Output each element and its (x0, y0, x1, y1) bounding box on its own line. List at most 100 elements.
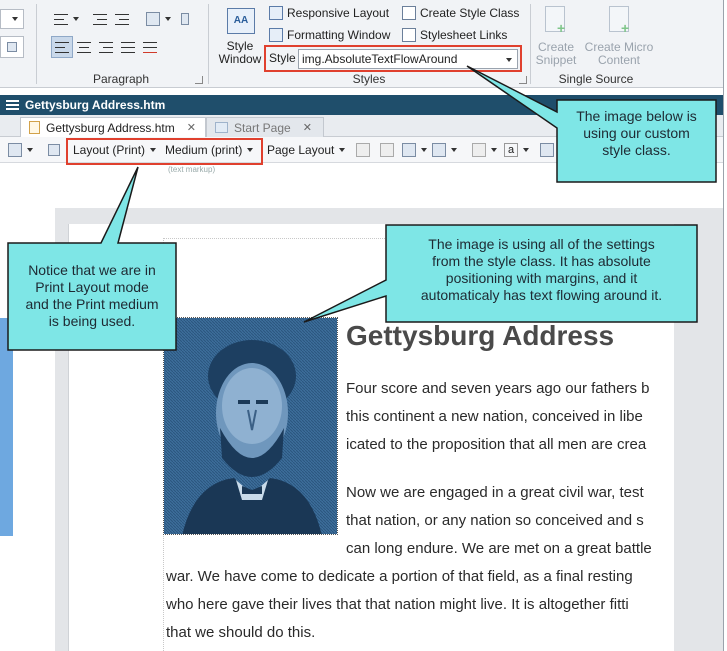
responsive-layout-label: Responsive Layout (287, 6, 390, 20)
stylesheet-links-button[interactable]: Stylesheet Links (402, 28, 507, 42)
callout-line: automaticaly has text flowing around it. (420, 287, 663, 303)
style-window-icon: AA (227, 8, 255, 34)
callout-line: positioning with margins, and it (445, 270, 638, 286)
body-line: Now we are engaged in a great civil war,… (346, 484, 644, 501)
decrease-indent-button[interactable] (89, 8, 111, 30)
info-icon (540, 143, 554, 157)
list-style-button[interactable] (0, 36, 24, 58)
callout-line: and the Print medium (25, 296, 159, 312)
callout-line: is being used. (48, 313, 136, 329)
show-tags-button[interactable] (48, 141, 60, 159)
picture-icon (432, 143, 446, 157)
dialog-launcher-icon[interactable] (519, 76, 527, 84)
document-title: Gettysburg Address.htm (25, 98, 166, 112)
page-icon (356, 143, 370, 157)
create-style-class-button[interactable]: Create Style Class (402, 6, 519, 20)
formatting-window-label: Formatting Window (287, 28, 391, 42)
page-layout-dropdown[interactable]: Page Layout (267, 141, 346, 159)
layout-highlight-box (66, 138, 263, 165)
indent-icon (115, 13, 129, 25)
toolbar-button[interactable] (472, 141, 497, 159)
clear-formatting-button[interactable] (139, 36, 161, 58)
responsive-layout-icon (269, 6, 283, 20)
chevron-down-icon (72, 17, 79, 21)
justify-icon (121, 41, 135, 53)
document-icon (29, 121, 40, 134)
clear-format-icon (143, 41, 157, 53)
paragraph-style-button[interactable] (141, 8, 175, 30)
lincoln-portrait-image[interactable] (163, 317, 338, 535)
style-highlight-box (264, 45, 522, 72)
create-micro-label-2: Content (597, 53, 641, 67)
start-page-icon (215, 122, 228, 133)
dialog-launcher-icon[interactable] (195, 76, 203, 84)
zoom-button[interactable] (8, 141, 33, 159)
tab-start-page[interactable]: Start Page ✕ (206, 117, 324, 137)
align-center-button[interactable] (73, 36, 95, 58)
increase-indent-button[interactable] (111, 8, 133, 30)
more-icon (181, 13, 189, 25)
justify-button[interactable] (117, 36, 139, 58)
document-heading: Gettysburg Address (346, 320, 615, 351)
toolbar-button[interactable] (540, 141, 554, 159)
chevron-down-icon (491, 148, 497, 152)
callout-line: Notice that we are in (28, 262, 156, 278)
create-snippet-label-2: Snippet (535, 53, 577, 67)
align-left-button[interactable] (51, 36, 73, 58)
paragraph-format-icon (145, 12, 160, 26)
stylesheet-links-icon (402, 28, 416, 42)
style-window-button[interactable]: AA Style Window (215, 6, 265, 68)
styles-group: AA Style Window Responsive Layout Format… (209, 0, 529, 88)
body-line: that we should do this. (166, 624, 316, 641)
picture-button[interactable] (432, 141, 457, 159)
bullet-list-button[interactable] (51, 8, 81, 30)
style-window-label-2: Window (218, 52, 262, 66)
callout-line: The image below is (576, 108, 697, 124)
close-icon[interactable]: ✕ (303, 121, 312, 134)
outdent-icon (93, 13, 107, 25)
tab-gettysburg-address[interactable]: Gettysburg Address.htm ✕ (20, 117, 206, 137)
font-size-dropdown[interactable] (0, 9, 24, 29)
close-icon[interactable]: ✕ (187, 121, 196, 134)
body-line: that nation, or any nation so conceived … (346, 512, 644, 529)
text-markup-hint: (text markup) (168, 165, 216, 174)
body-line: can long endure. We are met on a great b… (346, 540, 652, 557)
body-line: this continent a new nation, conceived i… (346, 408, 643, 425)
hamburger-icon[interactable] (6, 100, 19, 110)
chevron-down-icon (421, 148, 427, 152)
page-layout-label: Page Layout (267, 143, 335, 157)
text-icon (472, 143, 486, 157)
callout-settings: The image is using all of the settings f… (388, 236, 695, 304)
styles-group-label: Styles (352, 72, 386, 86)
chevron-down-icon (11, 17, 18, 21)
tag-icon (48, 144, 60, 156)
left-panel-strip (0, 318, 13, 536)
callout-style-class: The image below is using our custom styl… (559, 108, 714, 159)
toolbar-button[interactable] (356, 141, 370, 159)
formatting-window-icon (269, 28, 283, 42)
callout-line: using our custom (583, 125, 690, 141)
responsive-layout-button[interactable]: Responsive Layout (269, 6, 389, 20)
toolbar-button[interactable] (380, 141, 394, 159)
more-button[interactable] (177, 8, 193, 30)
create-style-class-icon (402, 6, 416, 20)
image-button[interactable] (402, 141, 427, 159)
ribbon: Paragraph AA Style Window Responsive Lay… (0, 0, 723, 88)
tab-label: Start Page (234, 120, 291, 135)
body-line: war. We have come to dedicate a portion … (166, 568, 633, 585)
bullet-list-icon (53, 13, 68, 25)
body-line: Four score and seven years ago our fathe… (346, 380, 650, 397)
create-snippet-button[interactable]: + Create Snippet (533, 4, 577, 68)
callout-line: from the style class. It has absolute (432, 253, 651, 269)
list-icon (7, 42, 17, 52)
tab-label: Gettysburg Address.htm (46, 120, 175, 135)
page-icon (380, 143, 394, 157)
callout-line: Print Layout mode (35, 279, 149, 295)
align-right-button[interactable] (95, 36, 117, 58)
font-button[interactable]: a (504, 141, 530, 159)
align-left-icon (55, 41, 69, 53)
create-micro-content-button[interactable]: + Create Micro Content (581, 4, 657, 68)
formatting-window-button[interactable]: Formatting Window (269, 28, 390, 42)
callout-print-layout: Notice that we are in Print Layout mode … (10, 262, 174, 330)
window-right-border (723, 0, 727, 651)
